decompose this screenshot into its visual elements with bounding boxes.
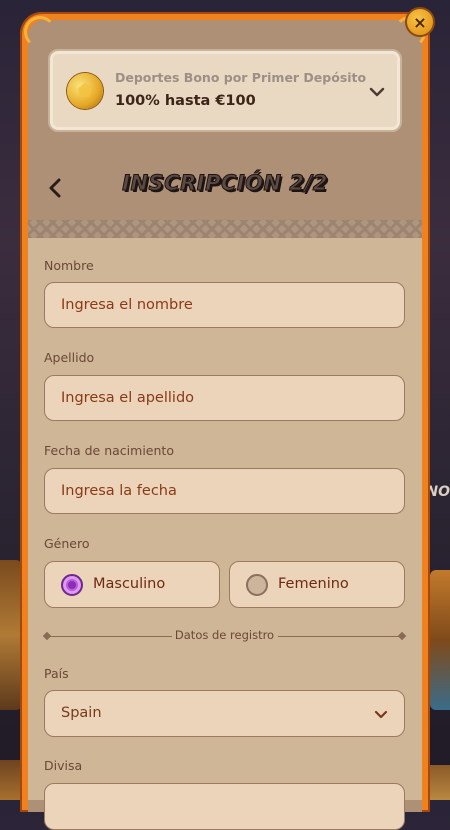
section-title: Datos de registro bbox=[174, 628, 275, 642]
page-title: INSCRIPCIÓN 2/2 bbox=[122, 171, 328, 196]
decorative-band bbox=[28, 220, 422, 240]
ornament-corner-left bbox=[24, 16, 56, 48]
nombre-label: Nombre bbox=[44, 258, 94, 273]
divisa-select[interactable] bbox=[44, 783, 405, 830]
apellido-label: Apellido bbox=[44, 350, 95, 365]
fecha-input[interactable] bbox=[44, 468, 405, 514]
radio-selected-icon bbox=[61, 574, 83, 596]
nombre-input[interactable] bbox=[44, 282, 405, 328]
radio-femenino[interactable]: Femenino bbox=[229, 561, 405, 608]
radio-label-masculino: Masculino bbox=[93, 576, 166, 592]
background-card-left-lower bbox=[0, 760, 22, 800]
divisa-label: Divisa bbox=[44, 758, 83, 773]
bonus-value: 100% hasta €100 bbox=[115, 93, 256, 109]
radio-masculino[interactable]: Masculino bbox=[44, 561, 220, 608]
radio-label-femenino: Femenino bbox=[278, 576, 349, 592]
pais-value: Spain bbox=[61, 705, 102, 721]
background-card-right bbox=[430, 570, 450, 710]
chevron-down-icon bbox=[369, 87, 385, 97]
background-card-left bbox=[0, 560, 22, 710]
pais-select[interactable]: Spain bbox=[44, 690, 405, 737]
apellido-input[interactable] bbox=[44, 375, 405, 421]
fecha-label: Fecha de nacimiento bbox=[44, 443, 174, 458]
step-header: INSCRIPCIÓN 2/2 bbox=[28, 160, 422, 216]
divider-line-right bbox=[278, 636, 399, 637]
section-divider: Datos de registro bbox=[42, 628, 407, 644]
radio-unselected-icon bbox=[246, 574, 268, 596]
bonus-selector[interactable]: Deportes Bono por Primer Depósito 100% h… bbox=[48, 49, 402, 132]
background-card-right-lower bbox=[430, 765, 450, 800]
soccer-ball-icon bbox=[67, 73, 103, 109]
bonus-label: Deportes Bono por Primer Depósito bbox=[115, 70, 367, 85]
close-icon: × bbox=[413, 12, 427, 32]
pais-label: País bbox=[44, 666, 69, 681]
close-button[interactable]: × bbox=[405, 7, 435, 37]
chevron-down-icon bbox=[374, 710, 388, 719]
genero-label: Género bbox=[44, 536, 90, 551]
